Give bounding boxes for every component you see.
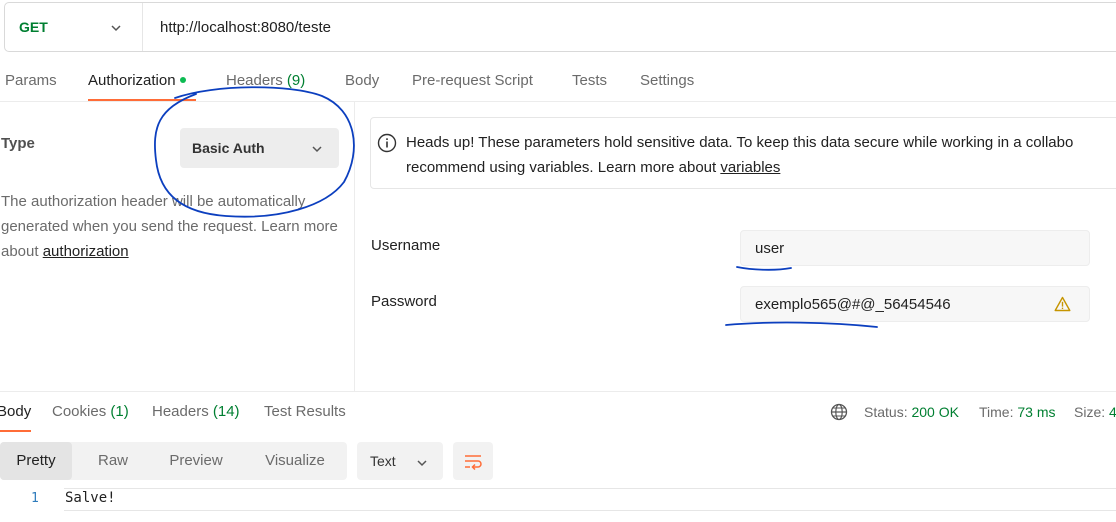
- tab-authorization-label: Authorization: [88, 72, 176, 89]
- method-select[interactable]: GET: [5, 3, 143, 51]
- annotation-password-underline: [725, 321, 878, 328]
- response-tab-headers-count: (14): [212, 403, 240, 420]
- url-bar: GET http://localhost:8080/teste: [4, 2, 1116, 52]
- size-label: Size:: [1074, 404, 1106, 420]
- view-visualize-button[interactable]: Visualize: [248, 442, 342, 480]
- sensitive-data-notice: Heads up! These parameters hold sensitiv…: [370, 117, 1116, 189]
- tab-headers-count: (9): [286, 72, 306, 89]
- notice-line-2-text: recommend using variables. Learn more ab…: [406, 159, 721, 176]
- line-number: 1: [31, 491, 39, 506]
- notice-text: Heads up! These parameters hold sensitiv…: [406, 130, 1116, 180]
- view-preview-button[interactable]: Preview: [155, 442, 237, 480]
- annotation-username-underline: [736, 266, 792, 271]
- notice-line-2: recommend using variables. Learn more ab…: [406, 155, 1116, 180]
- username-field[interactable]: user: [740, 230, 1090, 266]
- tabs-divider: [0, 101, 1116, 102]
- format-value: Text: [370, 453, 396, 469]
- response-tab-cookies-label: Cookies: [52, 403, 107, 420]
- response-status: Status: 200 OK: [864, 404, 959, 420]
- password-label: Password: [371, 293, 437, 310]
- variables-link[interactable]: variables: [720, 159, 780, 176]
- response-view-selector: Pretty Raw Preview Visualize: [0, 442, 347, 480]
- chevron-down-icon: [312, 146, 322, 153]
- tab-authorization[interactable]: Authorization: [88, 72, 186, 89]
- code-area-bottom-border: [64, 510, 1116, 511]
- format-select[interactable]: Text: [357, 442, 443, 480]
- wrap-lines-button[interactable]: [453, 442, 493, 480]
- response-tab-headers[interactable]: Headers (14): [152, 403, 240, 420]
- time-label: Time:: [979, 404, 1014, 420]
- method-label: GET: [19, 19, 48, 35]
- auth-type-value: Basic Auth: [192, 140, 265, 156]
- authorization-link[interactable]: authorization: [43, 243, 129, 260]
- response-size: Size: 4: [1074, 404, 1116, 420]
- globe-icon[interactable]: [830, 403, 848, 421]
- username-value: user: [755, 239, 785, 257]
- auth-description: The authorization header will be automat…: [1, 189, 341, 264]
- size-value: 4: [1109, 404, 1116, 420]
- response-tab-test-results[interactable]: Test Results: [264, 403, 346, 420]
- response-body-text[interactable]: Salve!: [65, 490, 116, 506]
- view-raw-button[interactable]: Raw: [78, 442, 148, 480]
- response-tab-body[interactable]: Body: [0, 403, 31, 420]
- response-divider: [0, 391, 1116, 392]
- info-icon: [377, 133, 397, 153]
- wrap-lines-icon: [465, 455, 482, 470]
- response-tab-indicator: [0, 430, 31, 432]
- tab-headers[interactable]: Headers (9): [226, 72, 305, 89]
- tab-pre-request-script[interactable]: Pre-request Script: [412, 72, 533, 89]
- request-tabs: Params Authorization Headers (9) Body Pr…: [0, 62, 1116, 102]
- response-time: Time: 73 ms: [979, 404, 1056, 420]
- tab-body[interactable]: Body: [345, 72, 379, 89]
- response-tab-cookies-count: (1): [110, 403, 129, 420]
- tab-headers-label: Headers: [226, 72, 283, 89]
- status-value: 200 OK: [911, 404, 959, 420]
- panel-divider: [354, 102, 355, 391]
- password-field[interactable]: exemplo565@#@_56454546: [740, 286, 1090, 322]
- tab-settings[interactable]: Settings: [640, 72, 694, 89]
- response-tab-cookies[interactable]: Cookies (1): [52, 403, 129, 420]
- auth-type-label: Type: [1, 135, 35, 152]
- time-value: 73 ms: [1017, 404, 1056, 420]
- notice-line-1: Heads up! These parameters hold sensitiv…: [406, 134, 1074, 151]
- view-pretty-button[interactable]: Pretty: [0, 442, 72, 480]
- response-tab-headers-label: Headers: [152, 403, 209, 420]
- active-dot-icon: [179, 76, 186, 83]
- auth-type-select[interactable]: Basic Auth: [180, 128, 339, 168]
- tab-params[interactable]: Params: [5, 72, 57, 89]
- password-value: exemplo565@#@_56454546: [755, 295, 951, 313]
- url-input[interactable]: http://localhost:8080/teste: [143, 19, 331, 36]
- tab-tests[interactable]: Tests: [572, 72, 607, 89]
- code-area-top-border: [64, 488, 1116, 489]
- chevron-down-icon: [417, 460, 427, 467]
- chevron-down-icon: [111, 25, 121, 32]
- username-label: Username: [371, 237, 441, 254]
- warning-icon[interactable]: [1054, 296, 1071, 312]
- status-label: Status:: [864, 404, 908, 420]
